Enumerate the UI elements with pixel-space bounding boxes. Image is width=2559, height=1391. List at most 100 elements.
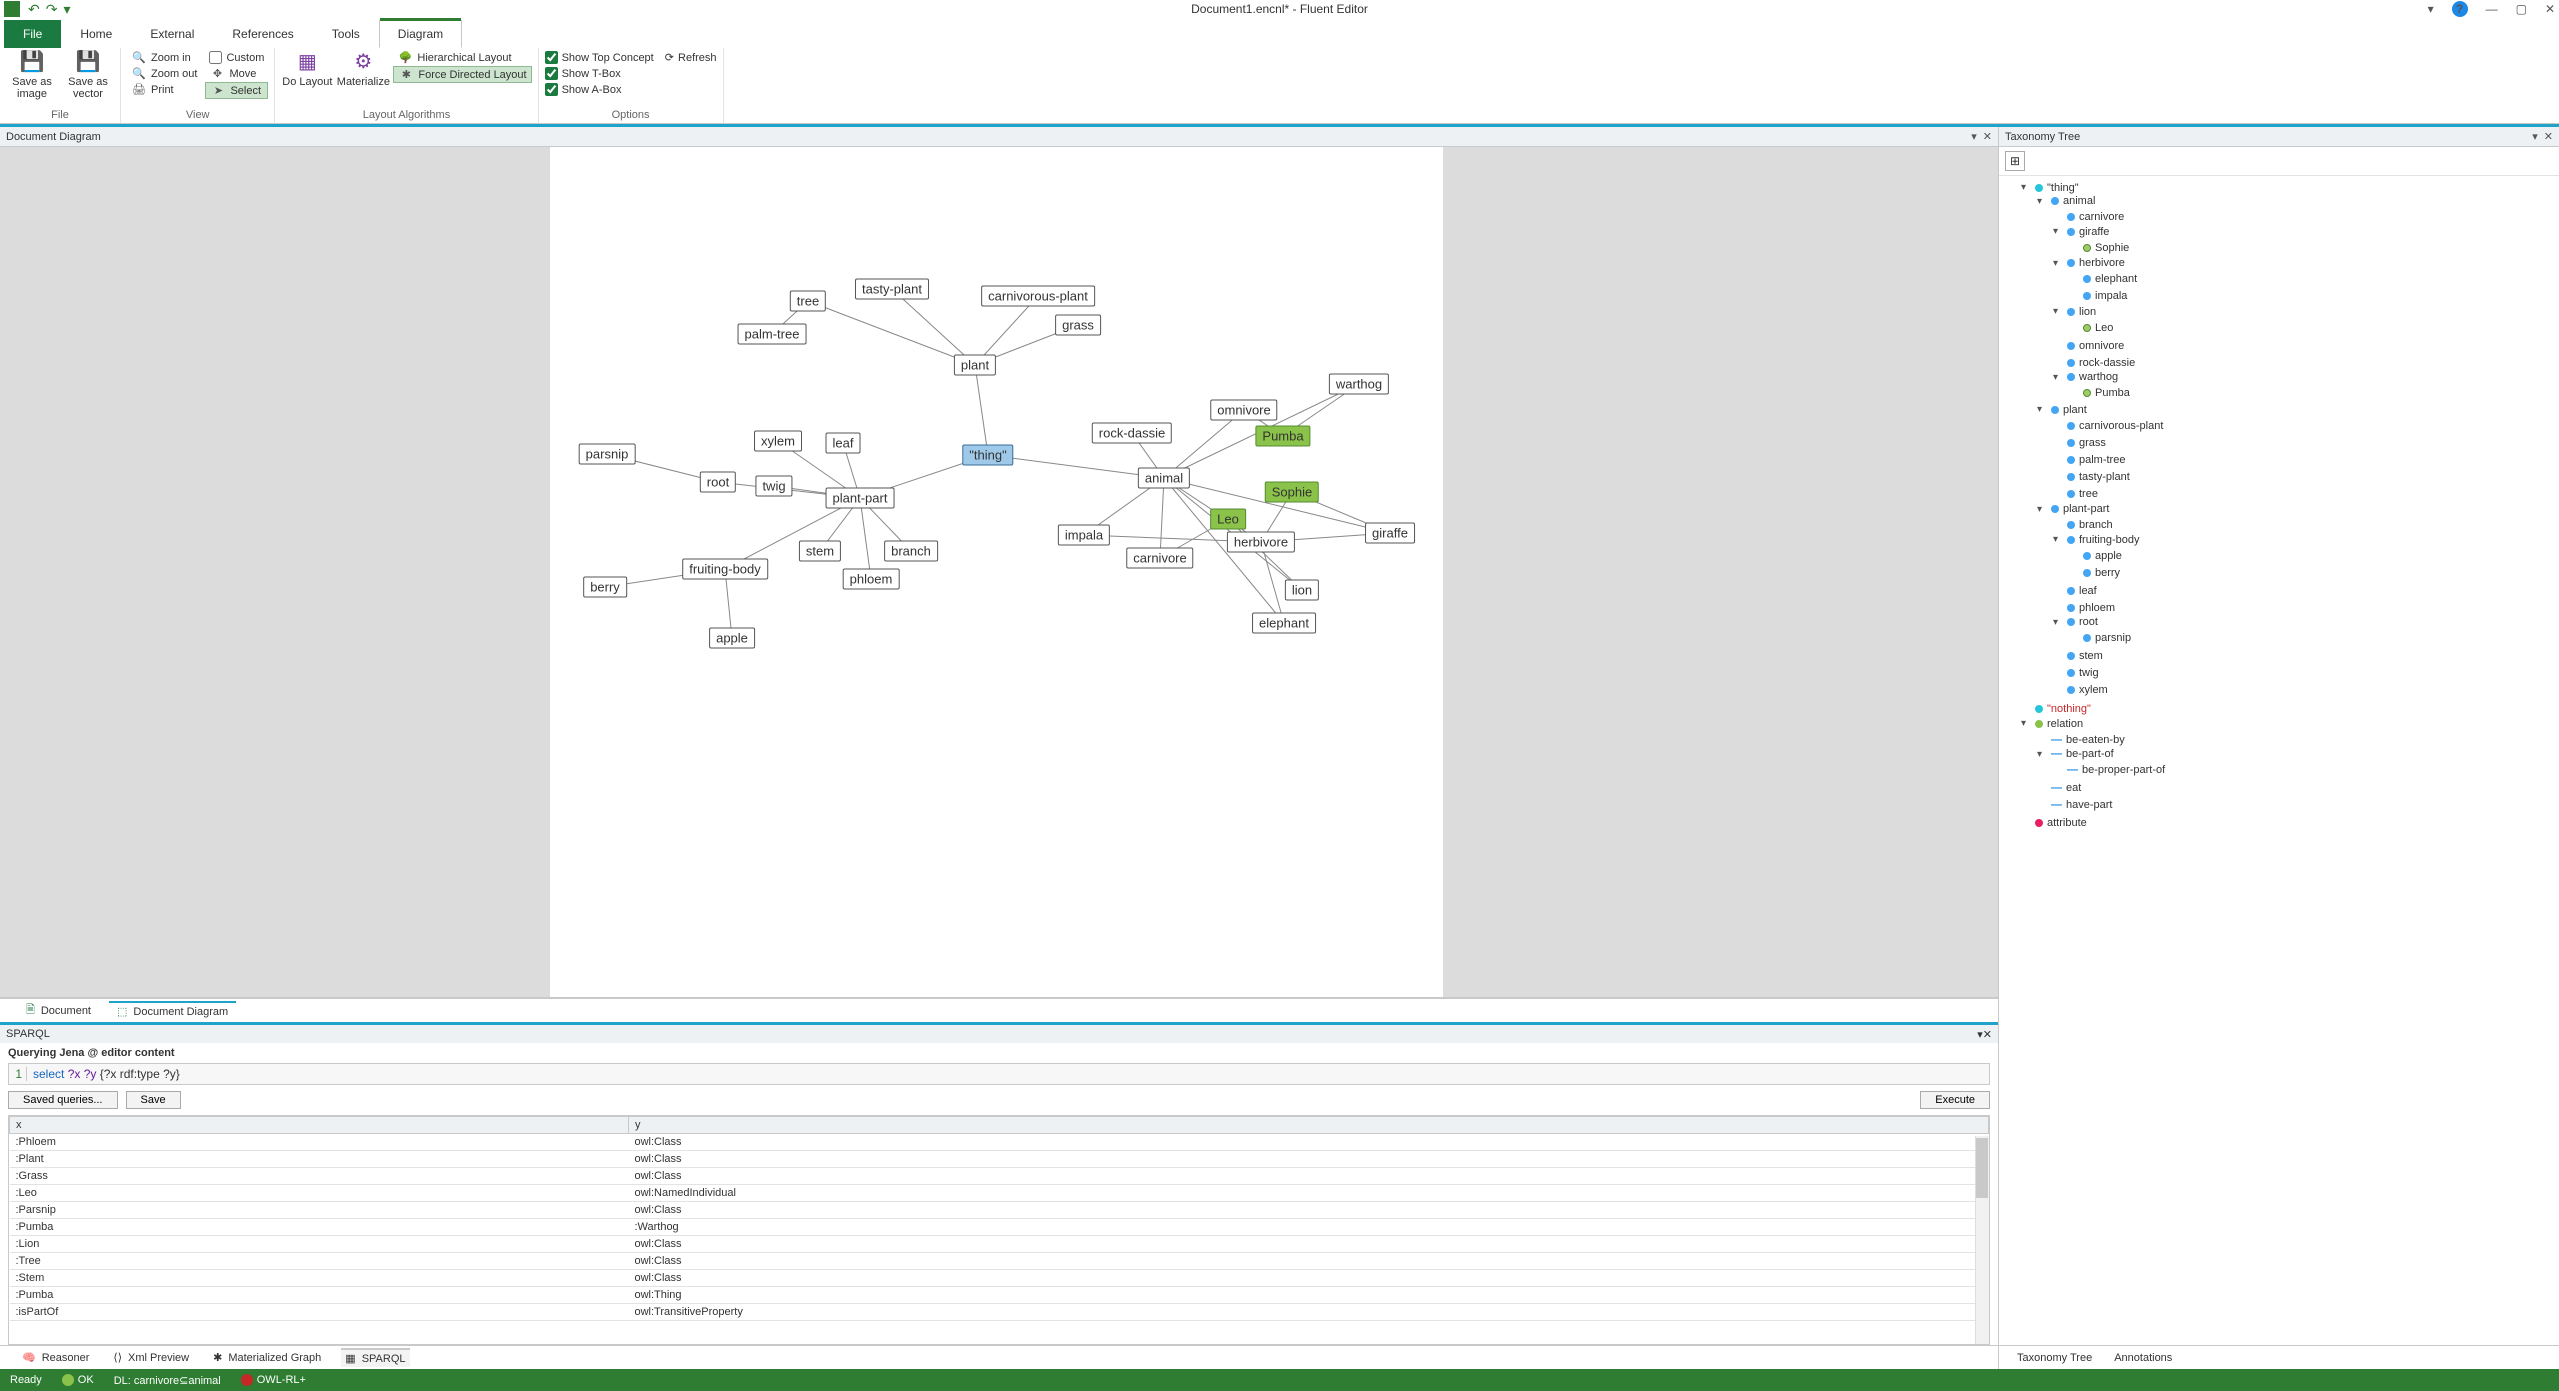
result-row[interactable]: :Parsnipowl:Class: [10, 1202, 1989, 1219]
graph-node-rockdassie[interactable]: rock-dassie: [1092, 423, 1172, 444]
save-as-vector-button[interactable]: 💾Save as vector: [62, 50, 114, 100]
graph-node-branch[interactable]: branch: [884, 541, 938, 562]
ttab-taxonomy[interactable]: Taxonomy Tree: [2011, 1352, 2092, 1364]
tree-node-eat[interactable]: —eat: [2037, 782, 2081, 794]
redo-button[interactable]: ↷: [46, 1, 58, 18]
tree-node-palmtree[interactable]: palm-tree: [2053, 454, 2125, 466]
graph-node-carnplant[interactable]: carnivorous-plant: [981, 286, 1095, 307]
zoom-in-button[interactable]: 🔍Zoom in: [127, 50, 201, 65]
btab-xml[interactable]: ⟨⟩Xml Preview: [109, 1349, 193, 1366]
tree-node-bepart[interactable]: ▾—be-part-of: [2037, 748, 2114, 760]
graph-node-giraffe[interactable]: giraffe: [1365, 523, 1415, 544]
tab-document-diagram[interactable]: ⬚Document Diagram: [109, 1001, 236, 1020]
tree-node-fruiting[interactable]: ▾fruiting-body: [2053, 534, 2140, 546]
move-button[interactable]: ✥Move: [205, 66, 268, 81]
graph-node-tastyplant[interactable]: tasty-plant: [855, 279, 929, 300]
tree-node-beeaten[interactable]: —be-eaten-by: [2037, 734, 2125, 746]
graph-node-elephant[interactable]: elephant: [1252, 613, 1316, 634]
tree-node-root[interactable]: ▾root: [2053, 616, 2098, 628]
close-button[interactable]: ✕: [2545, 2, 2555, 16]
graph-node-leo[interactable]: Leo: [1210, 509, 1246, 530]
refresh-icon[interactable]: ⟳: [665, 51, 674, 64]
graph-node-thing[interactable]: "thing": [962, 445, 1013, 466]
tree-node-elephant[interactable]: elephant: [2069, 273, 2137, 285]
tree-node-phloem[interactable]: phloem: [2053, 602, 2115, 614]
tree-node-havepart[interactable]: —have-part: [2037, 799, 2112, 811]
tree-node-stem[interactable]: stem: [2053, 650, 2103, 662]
tree-node-pumba[interactable]: Pumba: [2069, 387, 2130, 399]
hierarchical-layout-button[interactable]: 🌳Hierarchical Layout: [393, 50, 531, 65]
zoom-out-button[interactable]: 🔍Zoom out: [127, 66, 201, 81]
result-row[interactable]: :Lionowl:Class: [10, 1236, 1989, 1253]
show-top-concept-checkbox[interactable]: Show Top Concept ⟳ Refresh: [545, 50, 717, 65]
tab-home[interactable]: Home: [61, 20, 131, 48]
results-scroll-thumb[interactable]: [1976, 1138, 1988, 1198]
tab-tools[interactable]: Tools: [313, 20, 379, 48]
result-row[interactable]: :Leoowl:NamedIndividual: [10, 1185, 1989, 1202]
tree-node-sophie[interactable]: Sophie: [2069, 242, 2129, 254]
result-row[interactable]: :Treeowl:Class: [10, 1253, 1989, 1270]
graph-node-grass[interactable]: grass: [1055, 315, 1101, 336]
print-button[interactable]: 🖨Print: [127, 82, 201, 97]
graph-node-pumba[interactable]: Pumba: [1255, 426, 1310, 447]
graph-node-leaf[interactable]: leaf: [826, 433, 861, 454]
result-row[interactable]: :Pumbaowl:Thing: [10, 1287, 1989, 1304]
btab-sparql[interactable]: ▦SPARQL: [341, 1348, 409, 1367]
save-query-button[interactable]: Save: [126, 1091, 181, 1109]
tree-node-relation[interactable]: ▾relation: [2021, 718, 2083, 730]
tree-node-plant[interactable]: ▾plant: [2037, 404, 2087, 416]
undo-button[interactable]: ↶: [28, 1, 40, 18]
graph-node-twig[interactable]: twig: [755, 476, 792, 497]
tab-document[interactable]: 🗎Document: [18, 999, 99, 1022]
tab-external[interactable]: External: [131, 20, 213, 48]
save-as-image-button[interactable]: 💾Save as image: [6, 50, 58, 100]
tab-diagram[interactable]: Diagram: [379, 20, 462, 48]
taxonomy-close-button[interactable]: ✕: [2544, 131, 2553, 143]
graph-node-omnivore[interactable]: omnivore: [1210, 400, 1277, 421]
tree-node-beproper[interactable]: —be-proper-part-of: [2053, 764, 2165, 776]
taxonomy-dropdown-button[interactable]: ▾: [2532, 131, 2538, 143]
tree-node-carnplant[interactable]: carnivorous-plant: [2053, 420, 2163, 432]
tree-node-attribute[interactable]: attribute: [2021, 817, 2087, 829]
panel-close-button[interactable]: ✕: [1983, 131, 1992, 143]
graph-node-palmtree[interactable]: palm-tree: [738, 324, 807, 345]
show-abox-checkbox[interactable]: Show A-Box: [545, 82, 717, 97]
tree-node-twig[interactable]: twig: [2053, 667, 2099, 679]
tree-node-plantpart[interactable]: ▾plant-part: [2037, 503, 2109, 515]
graph-node-warthog[interactable]: warthog: [1329, 374, 1389, 395]
tree-node-parsnip[interactable]: parsnip: [2069, 632, 2131, 644]
tree-node-nothing[interactable]: "nothing": [2021, 703, 2091, 715]
diagram-canvas[interactable]: "thing"planttasty-plantcarnivorous-plant…: [0, 147, 1998, 998]
tree-node-branch[interactable]: branch: [2053, 519, 2113, 531]
tree-node-berry[interactable]: berry: [2069, 567, 2120, 579]
ttab-annotations[interactable]: Annotations: [2108, 1352, 2172, 1364]
taxonomy-toolbar-button[interactable]: ⊞: [2005, 151, 2025, 171]
taxonomy-tree[interactable]: ▾"thing" ▾animal carnivore ▾giraffe Soph…: [1999, 176, 2559, 1345]
minimize-button[interactable]: —: [2486, 2, 2498, 16]
result-row[interactable]: :Plantowl:Class: [10, 1151, 1989, 1168]
tab-references[interactable]: References: [213, 20, 312, 48]
saved-queries-button[interactable]: Saved queries...: [8, 1091, 118, 1109]
result-row[interactable]: :isPartOfowl:TransitiveProperty: [10, 1304, 1989, 1321]
graph-node-sophie[interactable]: Sophie: [1265, 482, 1319, 503]
tree-node-giraffe[interactable]: ▾giraffe: [2053, 226, 2109, 238]
tree-node-thing[interactable]: ▾"thing": [2021, 182, 2079, 194]
tree-node-rockdassie[interactable]: rock-dassie: [2053, 357, 2135, 369]
graph-node-tree[interactable]: tree: [790, 291, 826, 312]
result-row[interactable]: :Stemowl:Class: [10, 1270, 1989, 1287]
panel-dropdown-button[interactable]: ▾: [1971, 131, 1977, 143]
tree-node-tastyplant[interactable]: tasty-plant: [2053, 471, 2130, 483]
graph-node-lion[interactable]: lion: [1285, 580, 1319, 601]
tree-node-herbivore[interactable]: ▾herbivore: [2053, 257, 2125, 269]
col-header-y[interactable]: y: [628, 1117, 1988, 1134]
sparql-close-button[interactable]: ✕: [1983, 1029, 1992, 1041]
qat-more-button[interactable]: ▾: [63, 1, 70, 18]
sparql-results-grid[interactable]: x y :Phloemowl:Class:Plantowl:Class:Gras…: [8, 1115, 1990, 1345]
do-layout-button[interactable]: ▦Do Layout: [281, 50, 333, 88]
tree-node-tree[interactable]: tree: [2053, 488, 2098, 500]
graph-node-berry[interactable]: berry: [583, 577, 627, 598]
graph-node-phloem[interactable]: phloem: [843, 569, 900, 590]
help-button[interactable]: ?: [2452, 1, 2468, 17]
tree-node-impala[interactable]: impala: [2069, 290, 2127, 302]
result-row[interactable]: :Grassowl:Class: [10, 1168, 1989, 1185]
